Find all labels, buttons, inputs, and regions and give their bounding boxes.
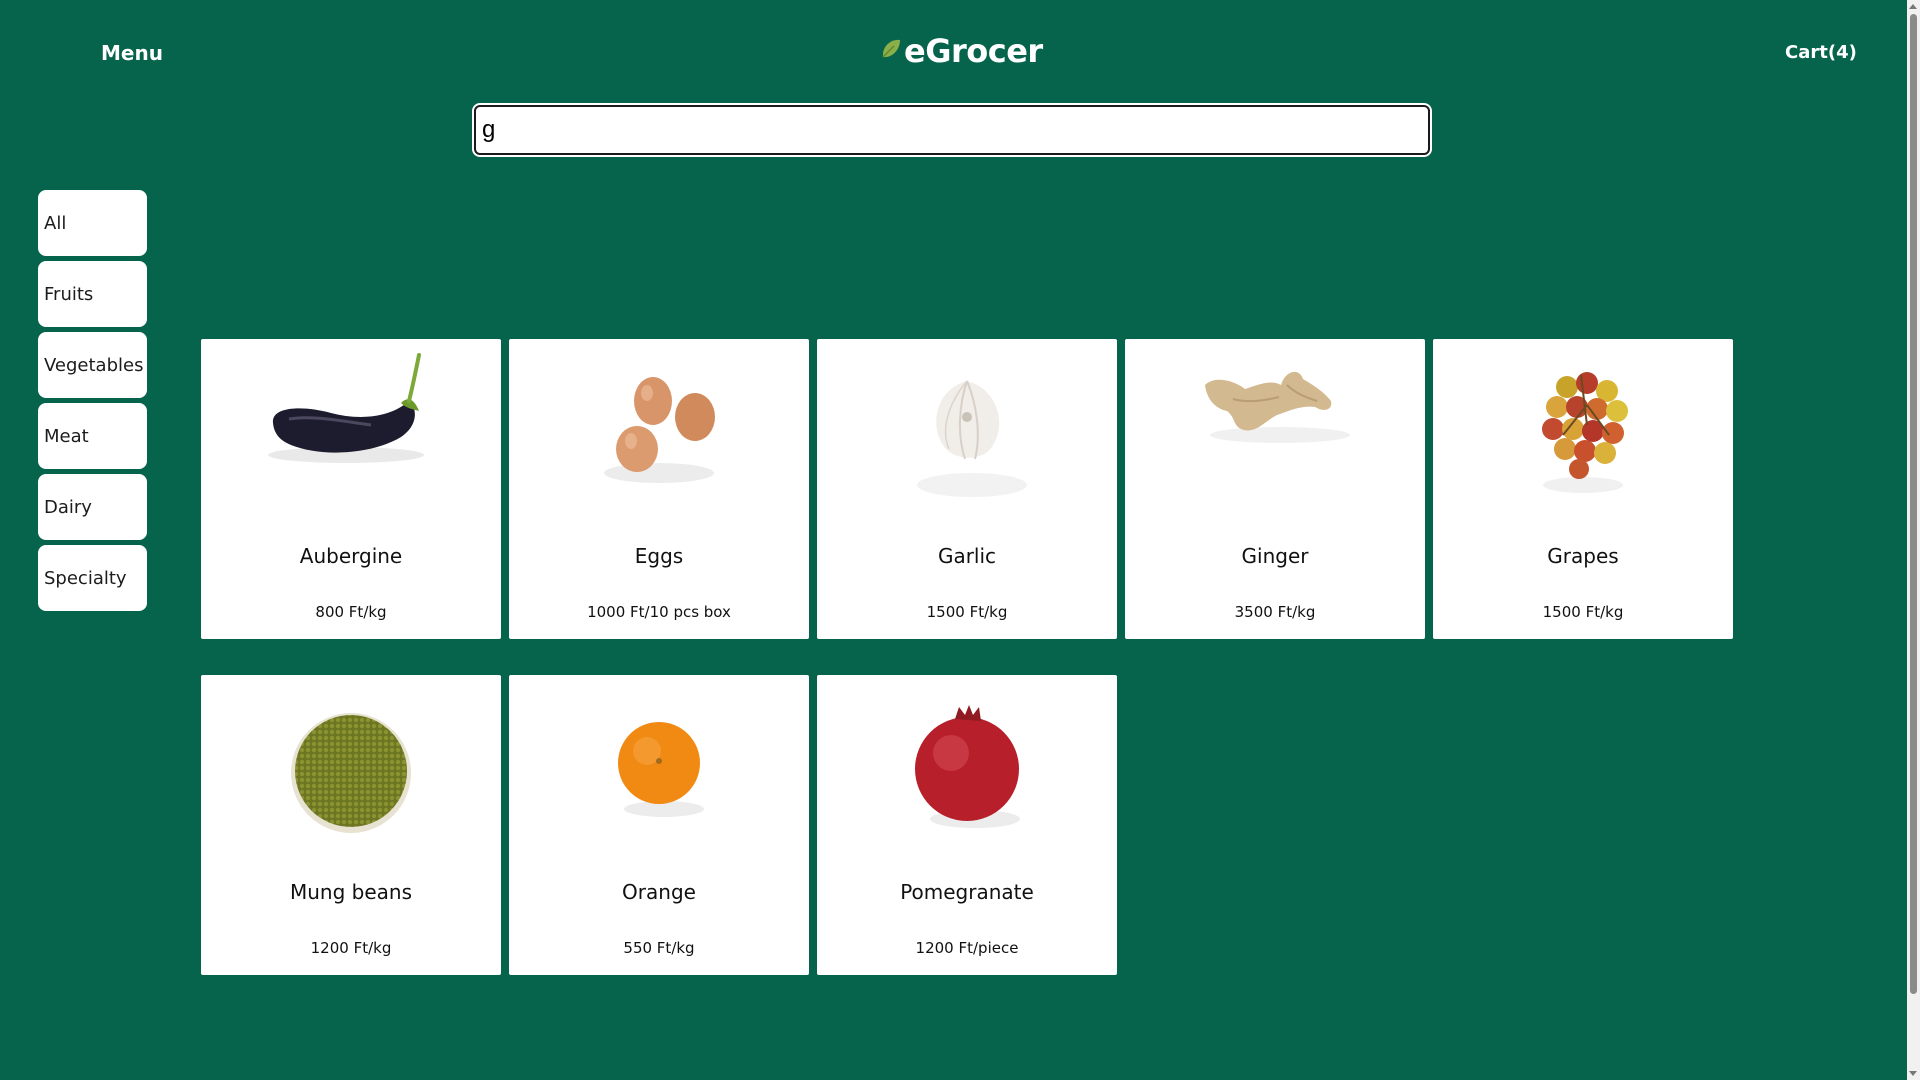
category-all-button[interactable]: All xyxy=(38,190,147,256)
orange-image xyxy=(559,681,759,851)
product-price: 800 Ft/kg xyxy=(315,603,387,621)
ginger-image xyxy=(1175,345,1375,515)
product-card-pomegranate[interactable]: Pomegranate 1200 Ft/piece xyxy=(817,675,1117,975)
category-sidebar: All Fruits Vegetables Meat Dairy Special… xyxy=(38,190,147,611)
product-price: 550 Ft/kg xyxy=(623,939,695,957)
pomegranate-image xyxy=(867,681,1067,851)
category-specialty-button[interactable]: Specialty xyxy=(38,545,147,611)
category-vegetables-button[interactable]: Vegetables xyxy=(38,332,147,398)
leaf-icon xyxy=(880,37,902,66)
mung-beans-image xyxy=(251,681,451,851)
product-price: 3500 Ft/kg xyxy=(1234,603,1316,621)
product-card-grapes[interactable]: Grapes 1500 Ft/kg xyxy=(1433,339,1733,639)
product-card-mung-beans[interactable]: Mung beans 1200 Ft/kg xyxy=(201,675,501,975)
category-fruits-button[interactable]: Fruits xyxy=(38,261,147,327)
logo-text: eGrocer xyxy=(904,32,1043,70)
garlic-image xyxy=(867,345,1067,515)
product-name: Pomegranate xyxy=(900,880,1034,904)
product-name: Eggs xyxy=(634,544,684,568)
scroll-up-icon[interactable] xyxy=(1909,4,1917,9)
menu-button[interactable]: Menu xyxy=(101,41,163,65)
product-price: 1500 Ft/kg xyxy=(1542,603,1624,621)
category-meat-button[interactable]: Meat xyxy=(38,403,147,469)
product-name: Orange xyxy=(622,880,696,904)
product-card-garlic[interactable]: Garlic 1500 Ft/kg xyxy=(817,339,1117,639)
scrollbar-thumb[interactable] xyxy=(1910,14,1917,994)
product-name: Ginger xyxy=(1241,544,1309,568)
product-name: Mung beans xyxy=(289,880,412,904)
cart-button[interactable]: Cart(4) xyxy=(1785,42,1857,63)
product-card-aubergine[interactable]: Aubergine 800 Ft/kg xyxy=(201,339,501,639)
category-dairy-button[interactable]: Dairy xyxy=(38,474,147,540)
product-grid: Aubergine 800 Ft/kg Eggs 1000 Ft/10 pcs … xyxy=(201,339,1733,975)
product-name: Grapes xyxy=(1547,544,1619,568)
aubergine-image xyxy=(251,345,451,515)
product-price: 1000 Ft/10 pcs box xyxy=(587,603,731,621)
search-input[interactable] xyxy=(472,103,1432,157)
product-card-ginger[interactable]: Ginger 3500 Ft/kg xyxy=(1125,339,1425,639)
product-card-orange[interactable]: Orange 550 Ft/kg xyxy=(509,675,809,975)
product-card-eggs[interactable]: Eggs 1000 Ft/10 pcs box xyxy=(509,339,809,639)
product-price: 1200 Ft/kg xyxy=(310,939,392,957)
product-name: Garlic xyxy=(937,544,997,568)
product-price: 1500 Ft/kg xyxy=(926,603,1008,621)
product-name: Aubergine xyxy=(299,544,403,568)
scroll-down-icon[interactable] xyxy=(1909,1071,1917,1076)
product-price: 1200 Ft/piece xyxy=(915,939,1019,957)
grapes-image xyxy=(1483,345,1683,515)
logo[interactable]: eGrocer xyxy=(880,32,1043,70)
scrollbar[interactable] xyxy=(1907,0,1920,1080)
eggs-image xyxy=(559,345,759,515)
